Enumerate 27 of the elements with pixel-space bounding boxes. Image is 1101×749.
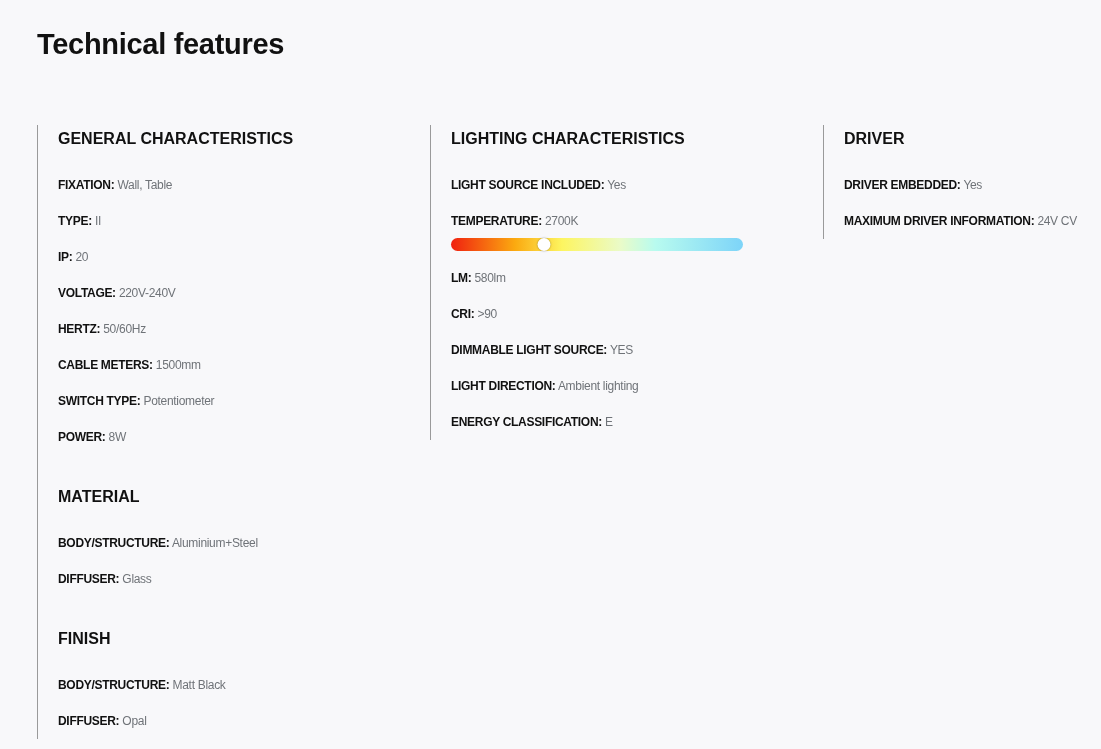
spec-text: LIGHT SOURCE INCLUDED: Yes <box>451 177 627 194</box>
spec-text: MAXIMUM DRIVER INFORMATION: 24V CV <box>844 213 1078 230</box>
spec-text: CRI: >90 <box>451 306 498 323</box>
spec-text: ENERGY CLASSIFICATION: E <box>451 414 614 431</box>
spec-text: DIFFUSER: Glass <box>58 571 153 588</box>
spec-text: IP: 20 <box>58 249 90 266</box>
spec-text: BODY/STRUCTURE: Aluminium+Steel <box>58 535 259 552</box>
spec-text: VOLTAGE: 220V-240V <box>58 285 177 302</box>
spec-text: TEMPERATURE: 2700K <box>451 213 580 230</box>
spec-text: BODY/STRUCTURE: Matt Black <box>58 677 227 694</box>
page-title: Technical features <box>37 28 286 61</box>
section-heading: GENERAL CHARACTERISTICS <box>58 129 295 149</box>
section-heading: FINISH <box>58 629 112 649</box>
spec-text: SWITCH TYPE: Potentiometer <box>58 393 216 410</box>
spec-text: POWER: 8W <box>58 429 127 446</box>
spec-text: LIGHT DIRECTION: Ambient lighting <box>451 378 640 395</box>
spec-text: DIMMABLE LIGHT SOURCE: YES <box>451 342 634 359</box>
section-heading: MATERIAL <box>58 487 141 507</box>
spec-text: TYPE: II <box>58 213 102 230</box>
spec-text: DRIVER EMBEDDED: Yes <box>844 177 984 194</box>
spec-text: CABLE METERS: 1500mm <box>58 357 202 374</box>
spec-text: FIXATION: Wall, Table <box>58 177 174 194</box>
spec-text: DIFFUSER: Opal <box>58 713 148 730</box>
section-heading: LIGHTING CHARACTERISTICS <box>451 129 686 149</box>
section-heading: DRIVER <box>844 129 906 149</box>
spec-text: LM: 580lm <box>451 270 507 287</box>
spec-text: HERTZ: 50/60Hz <box>58 321 147 338</box>
